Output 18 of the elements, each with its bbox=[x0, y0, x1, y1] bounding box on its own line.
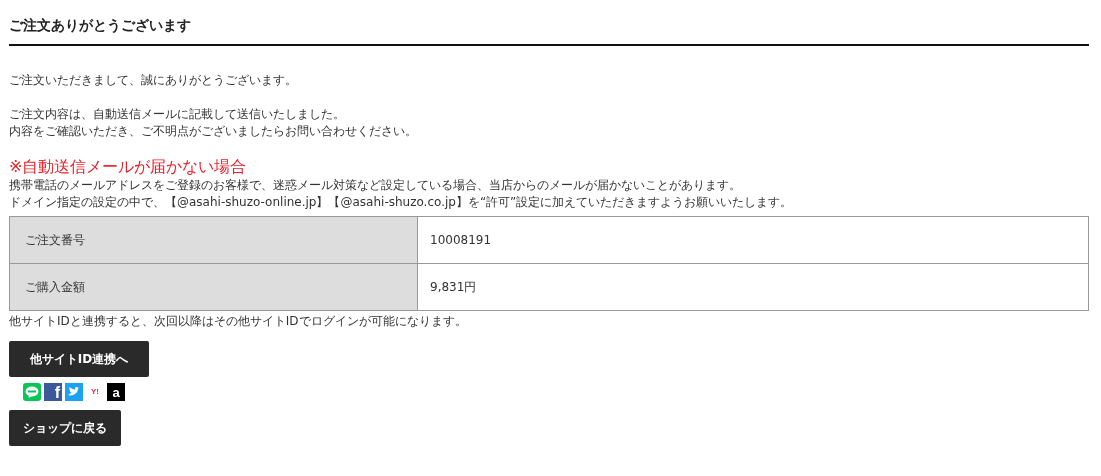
notice-text: 携帯電話のメールアドレスをご登録のお客様で、迷惑メール対策など設定している場合、当店からのメールが届かないことがあります。 bbox=[9, 177, 742, 194]
message-text: ご注文内容は、自動送信メールに記載して送信いたしました。 bbox=[9, 106, 346, 123]
table-header-cell: ご注文番号 bbox=[9, 216, 418, 264]
table-cell: 10008191 bbox=[417, 216, 1089, 264]
link-account-button[interactable]: 他サイトID連携へ bbox=[9, 341, 149, 377]
notice-heading: ※自動送信メールが届かない場合 bbox=[9, 157, 248, 177]
chat-bubble-icon[interactable] bbox=[23, 383, 41, 401]
table-header-cell: ご購入金額 bbox=[9, 263, 418, 311]
amazon-icon[interactable]: a bbox=[107, 383, 125, 401]
back-to-shop-button[interactable]: ショップに戻る bbox=[9, 410, 121, 446]
facebook-icon[interactable]: f bbox=[44, 383, 62, 401]
notice-text: ドメイン指定の設定の中で、【@asahi-shuzo-online.jp】【@asahi-shuzo.co.jp】を“許可”設定に加えていただきますようお願いいたします。 bbox=[9, 194, 794, 211]
page-title: ご注文ありがとうございます bbox=[9, 16, 192, 35]
table-cell: 9,831円 bbox=[417, 263, 1089, 311]
message-text: ご注文いただきまして、誠にありがとうございます。 bbox=[9, 72, 298, 89]
link-note: 他サイトIDと連携すると、次回以降はその他サイトIDでログインが可能になります。 bbox=[9, 313, 468, 330]
message-text: 内容をご確認いただき、ご不明点がございましたらお問い合わせください。 bbox=[9, 123, 418, 140]
bird-icon[interactable] bbox=[65, 383, 83, 401]
